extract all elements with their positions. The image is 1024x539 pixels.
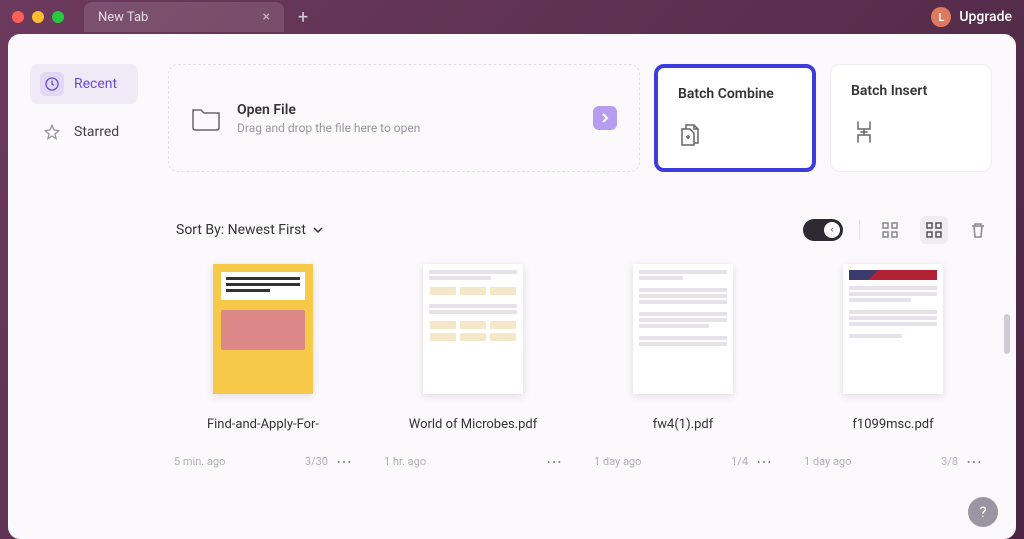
file-item[interactable]: Find-and-Apply-For- 5 min. ago 3/30 ⋯ bbox=[168, 264, 358, 471]
sidebar-item-recent[interactable]: Recent bbox=[30, 64, 138, 104]
file-name: World of Microbes.pdf bbox=[409, 408, 538, 442]
scrollbar[interactable] bbox=[1004, 314, 1010, 354]
more-icon[interactable]: ⋯ bbox=[756, 452, 772, 471]
action-cards: Open File Drag and drop the file here to… bbox=[168, 64, 992, 172]
maximize-window-button[interactable] bbox=[52, 11, 64, 23]
file-meta: 1 hr. ago ⋯ bbox=[378, 452, 568, 471]
batch-insert-title: Batch Insert bbox=[851, 83, 971, 99]
tab-label: New Tab bbox=[98, 10, 148, 25]
minimize-window-button[interactable] bbox=[32, 11, 44, 23]
file-grid: Find-and-Apply-For- 5 min. ago 3/30 ⋯ Wo… bbox=[168, 264, 992, 471]
help-button[interactable]: ? bbox=[968, 497, 998, 527]
close-window-button[interactable] bbox=[12, 11, 24, 23]
file-age: 1 day ago bbox=[594, 455, 641, 468]
batch-combine-card[interactable]: Batch Combine bbox=[654, 64, 816, 172]
file-pages: 3/30 bbox=[305, 455, 328, 468]
tab-bar: New Tab × + bbox=[84, 2, 931, 32]
file-age: 1 hr. ago bbox=[384, 455, 426, 468]
sidebar-item-starred[interactable]: Starred bbox=[30, 112, 138, 152]
open-file-subtitle: Drag and drop the file here to open bbox=[237, 121, 420, 135]
file-name: f1099msc.pdf bbox=[852, 408, 933, 442]
open-file-go-button[interactable] bbox=[593, 106, 617, 130]
file-age: 5 min. ago bbox=[174, 455, 225, 468]
trash-button[interactable] bbox=[964, 216, 992, 244]
file-thumbnail bbox=[213, 264, 313, 394]
titlebar: New Tab × + L Upgrade bbox=[0, 0, 1024, 34]
upgrade-button[interactable]: L Upgrade bbox=[931, 7, 1012, 27]
new-tab-button[interactable]: + bbox=[298, 7, 308, 28]
file-thumbnail bbox=[423, 264, 523, 394]
file-age: 1 day ago bbox=[804, 455, 851, 468]
chevron-down-icon bbox=[312, 224, 324, 236]
file-meta: 1 day ago 1/4 ⋯ bbox=[588, 452, 778, 471]
close-tab-icon[interactable]: × bbox=[263, 9, 270, 25]
file-item[interactable]: World of Microbes.pdf 1 hr. ago ⋯ bbox=[378, 264, 568, 471]
file-meta: 5 min. ago 3/30 ⋯ bbox=[168, 452, 358, 471]
main-content: Open File Drag and drop the file here to… bbox=[148, 34, 1016, 539]
file-name: fw4(1).pdf bbox=[653, 408, 713, 442]
batch-insert-card[interactable]: Batch Insert bbox=[830, 64, 992, 172]
list-view-button[interactable] bbox=[920, 216, 948, 244]
color-filter-toggle[interactable]: ‹ bbox=[803, 219, 843, 241]
combine-icon bbox=[678, 133, 704, 152]
file-thumbnail bbox=[633, 264, 733, 394]
file-thumbnail bbox=[843, 264, 943, 394]
main-window: Recent Starred Open File Drag and drop t… bbox=[8, 34, 1016, 539]
more-icon[interactable]: ⋯ bbox=[546, 452, 562, 471]
list-toolbar: Sort By: Newest First ‹ bbox=[168, 216, 992, 244]
folder-icon bbox=[191, 106, 221, 131]
file-name: Find-and-Apply-For- bbox=[207, 408, 319, 442]
batch-combine-title: Batch Combine bbox=[678, 86, 792, 102]
open-file-text: Open File Drag and drop the file here to… bbox=[237, 102, 420, 135]
separator bbox=[859, 220, 860, 240]
sort-button[interactable]: Sort By: Newest First bbox=[176, 222, 324, 238]
open-file-card[interactable]: Open File Drag and drop the file here to… bbox=[168, 64, 640, 172]
file-pages: 3/8 bbox=[941, 455, 958, 468]
file-meta: 1 day ago 3/8 ⋯ bbox=[798, 452, 988, 471]
file-item[interactable]: fw4(1).pdf 1 day ago 1/4 ⋯ bbox=[588, 264, 778, 471]
star-icon bbox=[40, 120, 64, 144]
file-pages: 1/4 bbox=[731, 455, 748, 468]
more-icon[interactable]: ⋯ bbox=[966, 452, 982, 471]
clock-icon bbox=[40, 72, 64, 96]
window-controls bbox=[12, 11, 64, 23]
insert-icon bbox=[851, 130, 877, 149]
chevron-left-icon: ‹ bbox=[824, 222, 840, 238]
sidebar-item-label: Recent bbox=[74, 76, 117, 92]
upgrade-label: Upgrade bbox=[959, 9, 1012, 25]
grid-view-button[interactable] bbox=[876, 216, 904, 244]
sidebar-item-label: Starred bbox=[74, 124, 119, 140]
more-icon[interactable]: ⋯ bbox=[336, 452, 352, 471]
tab-new[interactable]: New Tab × bbox=[84, 2, 284, 32]
open-file-title: Open File bbox=[237, 102, 420, 118]
help-label: ? bbox=[979, 503, 986, 521]
avatar-initial: L bbox=[938, 11, 944, 24]
file-item[interactable]: f1099msc.pdf 1 day ago 3/8 ⋯ bbox=[798, 264, 988, 471]
sort-label: Sort By: Newest First bbox=[176, 222, 306, 238]
avatar: L bbox=[931, 7, 951, 27]
sidebar: Recent Starred bbox=[8, 34, 148, 539]
